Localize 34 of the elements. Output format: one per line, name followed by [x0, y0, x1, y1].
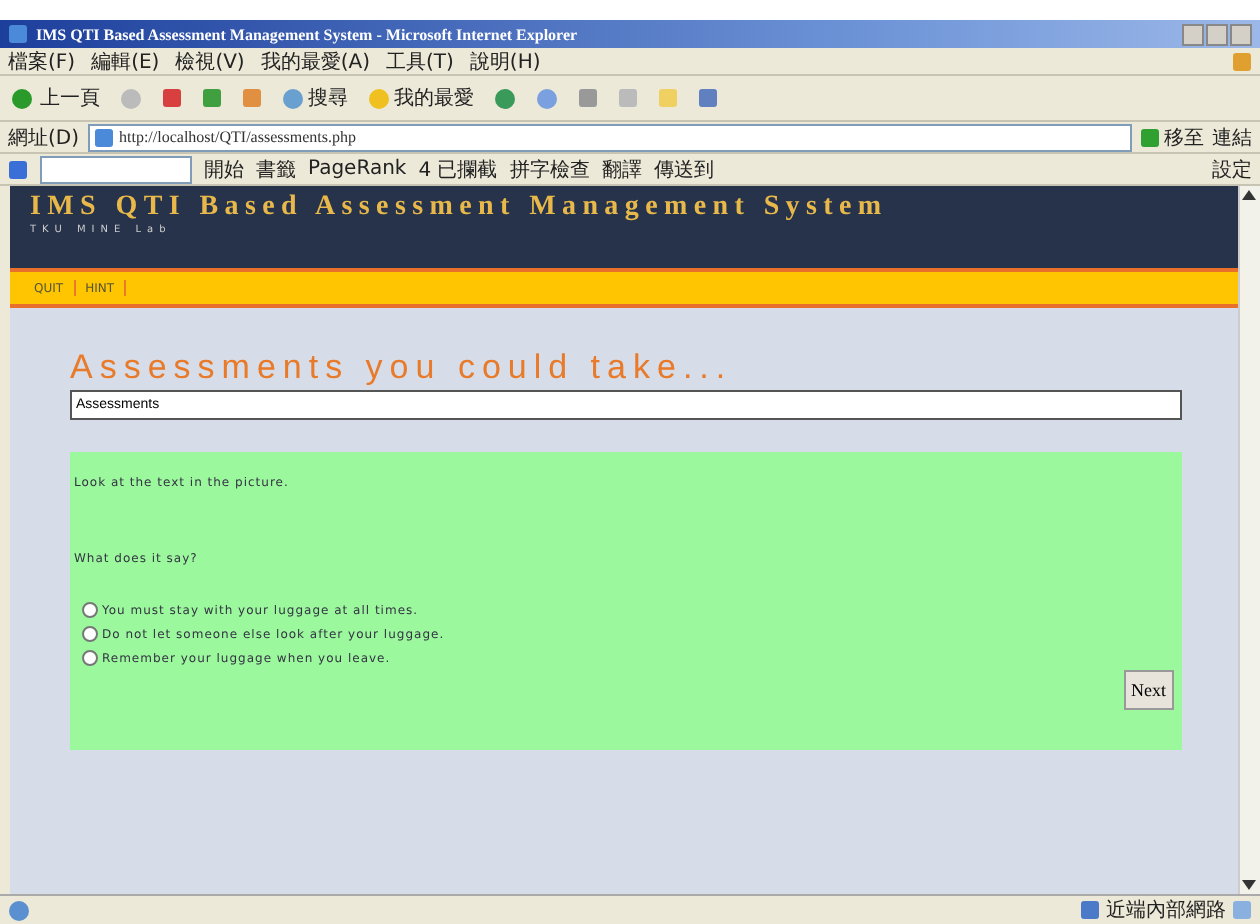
- google-toolbar-item[interactable]: 4 已攔截: [418, 155, 498, 183]
- security-zone: 近端內部網路: [1106, 897, 1226, 924]
- next-button[interactable]: Next: [1123, 670, 1174, 710]
- links-button[interactable]: 連結: [1212, 123, 1252, 151]
- google-toolbar-item[interactable]: 書籤: [256, 155, 296, 183]
- favorites-button[interactable]: 我的最愛: [368, 84, 474, 112]
- menu-item[interactable]: 工具(T): [386, 47, 454, 75]
- menu-item[interactable]: 我的最愛(A): [260, 47, 370, 75]
- page-heading: Assessments you could take...: [70, 348, 735, 388]
- google-toolbar-item[interactable]: 傳送到: [653, 155, 714, 183]
- radio-button[interactable]: [82, 650, 98, 666]
- address-field[interactable]: http://localhost/QTI/assessments.php: [87, 123, 1132, 151]
- close-button[interactable]: [1230, 23, 1252, 45]
- menu-item[interactable]: 檔案(F): [8, 47, 76, 75]
- google-toolbar-item[interactable]: 開始: [204, 155, 244, 183]
- google-toolbar-item[interactable]: PageRank: [308, 158, 407, 180]
- minimize-button[interactable]: [1182, 23, 1204, 45]
- address-label: 網址(D): [8, 125, 80, 151]
- maximize-button[interactable]: [1206, 23, 1228, 45]
- go-button[interactable]: 移至: [1140, 123, 1204, 151]
- site-title: IMS QTI Based Assessment Management System: [30, 192, 890, 224]
- radio-button[interactable]: [82, 626, 98, 642]
- back-button[interactable]: 上一頁: [8, 84, 100, 112]
- settings-button[interactable]: 設定: [1212, 155, 1252, 183]
- google-search-field[interactable]: [40, 155, 192, 183]
- google-toolbar-item[interactable]: 翻譯: [601, 155, 642, 183]
- scrollbar[interactable]: [1238, 186, 1260, 894]
- menu-item[interactable]: 編輯(E): [91, 47, 160, 75]
- menu-item[interactable]: 說明(H): [469, 47, 541, 75]
- window-title: IMS QTI Based Assessment Management System - Microsoft Internet Explorer: [36, 25, 578, 43]
- radio-button[interactable]: [82, 602, 98, 618]
- google-toolbar-item[interactable]: 拼字檢查: [509, 155, 590, 183]
- menu-item[interactable]: 檢視(V): [175, 47, 245, 75]
- search-button[interactable]: 搜尋: [282, 84, 348, 112]
